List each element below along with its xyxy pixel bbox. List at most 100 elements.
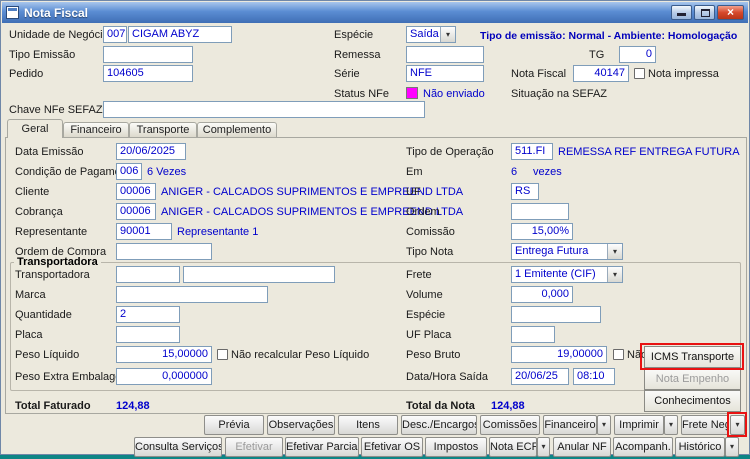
- total-faturado-label: Total Faturado: [15, 400, 91, 412]
- pedido-input[interactable]: 104605: [103, 65, 193, 82]
- comissao-input[interactable]: 15,00%: [511, 223, 573, 240]
- frete-select[interactable]: 1 Emitente (CIF) ▾: [511, 266, 623, 283]
- peso-bruto-input[interactable]: 19,00000: [511, 346, 607, 363]
- frete-value: 1 Emitente (CIF): [515, 268, 596, 280]
- tipo-nota-value: Entrega Futura: [515, 245, 589, 257]
- tab-geral[interactable]: Geral: [7, 119, 63, 138]
- chave-nfe-label: Chave NFe SEFAZ: [9, 104, 103, 116]
- nota-fiscal-label: Nota Fiscal: [511, 68, 567, 80]
- transportadora-group-label: Transportadora: [14, 255, 101, 269]
- tab-complemento[interactable]: Complemento: [197, 122, 277, 137]
- menu-item-icms-transporte[interactable]: ICMS Transporte: [644, 346, 741, 368]
- financeiro-dropdown-button[interactable]: ▾: [597, 415, 611, 435]
- nota-fiscal-input[interactable]: 40147: [573, 65, 629, 82]
- placa-input[interactable]: [116, 326, 180, 343]
- comissoes-button[interactable]: Comissões: [480, 415, 540, 435]
- ordem-compra-input[interactable]: [116, 243, 212, 260]
- tipo-operacao-desc: REMESSA REF ENTREGA FUTURA: [558, 146, 740, 158]
- financeiro-button[interactable]: Financeiro: [543, 415, 597, 435]
- chevron-down-icon[interactable]: ▾: [440, 27, 455, 42]
- unidade-negocio-label: Unidade de Negócio: [9, 29, 109, 41]
- ordem-label: Ordem: [406, 206, 440, 218]
- maximize-button[interactable]: [694, 5, 715, 20]
- imprimir-button[interactable]: Imprimir: [614, 415, 664, 435]
- cliente-input[interactable]: 00006: [116, 183, 156, 200]
- historico-button[interactable]: Histórico: [675, 437, 725, 457]
- status-nfe-color-swatch: [406, 87, 418, 99]
- imprimir-dropdown-button[interactable]: ▾: [664, 415, 678, 435]
- close-button[interactable]: ×: [717, 5, 744, 20]
- unidade-negocio-code-input[interactable]: 007: [103, 26, 127, 43]
- cobranca-input[interactable]: 00006: [116, 203, 156, 220]
- chevron-down-icon[interactable]: ▾: [607, 244, 622, 259]
- hora-saida-input[interactable]: 08:10: [573, 368, 615, 385]
- uf-input[interactable]: RS: [511, 183, 539, 200]
- placa-label: Placa: [15, 329, 43, 341]
- chave-nfe-input[interactable]: [103, 101, 425, 118]
- historico-dropdown-button[interactable]: ▾: [725, 437, 739, 457]
- volume-label: Volume: [406, 289, 443, 301]
- representante-label: Representante: [15, 226, 88, 238]
- nota-ecf-dropdown-button[interactable]: ▾: [537, 437, 550, 457]
- data-hora-saida-label: Data/Hora Saída: [406, 371, 488, 383]
- representante-desc: Representante 1: [177, 226, 259, 238]
- representante-input[interactable]: 90001: [116, 223, 172, 240]
- menu-item-nota-empenho: Nota Empenho: [644, 368, 741, 390]
- status-nfe-value: Não enviado: [423, 88, 485, 100]
- consulta-servicos-button[interactable]: Consulta Serviços: [134, 437, 222, 457]
- previa-button[interactable]: Prévia: [204, 415, 264, 435]
- especie-volume-input[interactable]: [511, 306, 601, 323]
- peso-extra-input[interactable]: 0,000000: [116, 368, 212, 385]
- frete-neg-button[interactable]: Frete Neg.: [681, 415, 729, 435]
- condicao-pagamento-input[interactable]: 006: [116, 163, 142, 180]
- maximize-icon: [701, 9, 710, 17]
- uf-placa-label: UF Placa: [406, 329, 452, 341]
- marca-input[interactable]: [116, 286, 268, 303]
- efetivar-parcial-button[interactable]: Efetivar Parcial: [285, 437, 359, 457]
- volume-input[interactable]: 0,000: [511, 286, 573, 303]
- nao-recalcular-peso-bruto-checkbox[interactable]: [613, 349, 624, 360]
- minimize-icon: [677, 13, 686, 16]
- data-emissao-input[interactable]: 20/06/2025: [116, 143, 186, 160]
- tab-financeiro[interactable]: Financeiro: [63, 122, 129, 137]
- acompanh-button[interactable]: Acompanh.: [613, 437, 673, 457]
- desc-encargos-button[interactable]: Desc./Encargos: [401, 415, 477, 435]
- especie-select[interactable]: Saída ▾: [406, 26, 456, 43]
- chevron-down-icon[interactable]: ▾: [607, 267, 622, 282]
- quantidade-label: Quantidade: [15, 309, 72, 321]
- frete-neg-dropdown-button[interactable]: ▾: [730, 415, 745, 435]
- tg-input[interactable]: 0: [619, 46, 656, 63]
- nao-recalcular-peso-liquido-checkbox[interactable]: [217, 349, 228, 360]
- tipo-operacao-input[interactable]: 511.FI: [511, 143, 553, 160]
- peso-liquido-input[interactable]: 15,00000: [116, 346, 212, 363]
- anular-nf-button[interactable]: Anular NF: [553, 437, 611, 457]
- itens-button[interactable]: Itens: [338, 415, 398, 435]
- close-icon: ×: [726, 5, 734, 19]
- quantidade-input[interactable]: 2: [116, 306, 180, 323]
- tab-transporte[interactable]: Transporte: [129, 122, 197, 137]
- data-saida-input[interactable]: 20/06/25: [511, 368, 569, 385]
- emissao-ambiente-info: Tipo de emissão: Normal - Ambiente: Homo…: [480, 30, 738, 42]
- em-suffix: vezes: [533, 166, 562, 178]
- tipo-nota-select[interactable]: Entrega Futura ▾: [511, 243, 623, 260]
- serie-input[interactable]: NFE: [406, 65, 484, 82]
- nao-recalcular-peso-liquido-label: Não recalcular Peso Líquido: [231, 349, 370, 361]
- efetivar-button: Efetivar: [225, 437, 283, 457]
- uf-placa-input[interactable]: [511, 326, 555, 343]
- uf-label: UF: [406, 186, 421, 198]
- cobranca-label: Cobrança: [15, 206, 63, 218]
- observacoes-button[interactable]: Observações: [267, 415, 335, 435]
- impostos-button[interactable]: Impostos: [425, 437, 487, 457]
- transportadora-code-input[interactable]: [116, 266, 180, 283]
- ordem-input[interactable]: [511, 203, 569, 220]
- minimize-button[interactable]: [671, 5, 692, 20]
- nota-ecf-button[interactable]: Nota ECF: [489, 437, 537, 457]
- transportadora-name-input[interactable]: [183, 266, 335, 283]
- nota-impressa-checkbox[interactable]: [634, 68, 645, 79]
- efetivar-os-button[interactable]: Efetivar OS: [361, 437, 423, 457]
- tipo-emissao-input[interactable]: [103, 46, 193, 63]
- menu-item-conhecimentos[interactable]: Conhecimentos: [644, 390, 741, 412]
- remessa-input[interactable]: [406, 46, 484, 63]
- especie-volume-label: Espécie: [406, 309, 446, 321]
- serie-label: Série: [334, 68, 360, 80]
